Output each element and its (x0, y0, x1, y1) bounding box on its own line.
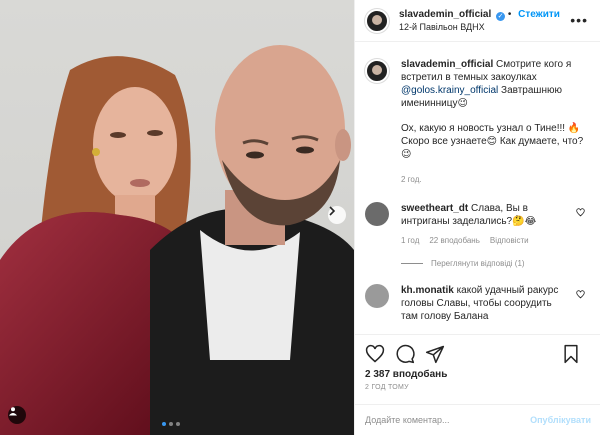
carousel-dot (176, 422, 180, 426)
selfie-image (0, 45, 354, 435)
comment-bubble-icon[interactable] (395, 344, 415, 364)
comment-time[interactable]: 1 год (401, 234, 419, 247)
view-replies-button[interactable]: Переглянути відповіді (1) (401, 259, 591, 268)
separator: • (507, 8, 515, 20)
caption-text: Ох, какую я новость узнал о Тине!!! 🔥 Ск… (401, 123, 584, 160)
chevron-right-icon (329, 206, 336, 216)
add-comment-bar: Опублікувати (355, 404, 600, 435)
tagged-users-button[interactable] (8, 406, 26, 424)
heart-icon[interactable] (576, 290, 585, 299)
avatar[interactable] (365, 59, 389, 83)
caption-timestamp[interactable]: 2 год. (401, 173, 591, 186)
avatar[interactable] (365, 284, 389, 308)
location-link[interactable]: 12-й Павільон ВДНХ (399, 21, 560, 34)
carousel-dot (162, 422, 166, 426)
more-options-icon[interactable]: ••• (570, 12, 588, 28)
carousel-dot (169, 422, 173, 426)
reply-button[interactable]: Відповісти (490, 234, 529, 247)
like-heart-icon[interactable] (365, 344, 385, 364)
carousel-indicator (162, 422, 180, 426)
comment-input[interactable] (365, 415, 531, 425)
post-photo[interactable] (0, 0, 354, 435)
avatar[interactable] (365, 8, 389, 33)
comment-item: kh.monatik какой удачный ракурс головы С… (365, 284, 591, 323)
verified-badge-icon: ✓ (496, 11, 506, 21)
comment-username[interactable]: kh.monatik (401, 285, 454, 296)
view-replies-label: Переглянути відповіді (1) (431, 259, 525, 268)
post-time[interactable]: 2 ГОД ТОМУ (365, 384, 591, 391)
comments-list[interactable]: slavademin_official Смотрите кого я встр… (355, 42, 600, 334)
follow-button[interactable]: Стежити (518, 9, 560, 20)
comment-username[interactable]: sweetheart_dt (401, 203, 468, 214)
comment-likes[interactable]: 22 вподобань (429, 234, 480, 247)
avatar[interactable] (365, 202, 389, 226)
heart-icon[interactable] (576, 208, 585, 217)
divider (401, 263, 423, 264)
bookmark-icon[interactable] (561, 344, 581, 364)
share-paper-plane-icon[interactable] (425, 344, 445, 364)
next-slide-button[interactable] (328, 206, 346, 224)
publish-button[interactable]: Опублікувати (530, 415, 591, 425)
mention-link[interactable]: @golos.krainy_official (401, 85, 498, 96)
comment-item: sweetheart_dt Слава, Вы в интриганы заде… (365, 202, 591, 247)
post-header: slavademin_official ✓ • Стежити 12-й Пав… (355, 0, 600, 42)
author-username[interactable]: slavademin_official (399, 9, 491, 20)
person-icon (9, 407, 17, 416)
likes-count[interactable]: 2 387 вподобань (365, 369, 591, 380)
post-actions: 2 387 вподобань 2 ГОД ТОМУ (355, 334, 600, 404)
caption-username[interactable]: slavademin_official (401, 59, 493, 70)
post-caption: slavademin_official Смотрите кого я встр… (365, 58, 591, 186)
post-side-panel: slavademin_official ✓ • Стежити 12-й Пав… (354, 0, 600, 435)
